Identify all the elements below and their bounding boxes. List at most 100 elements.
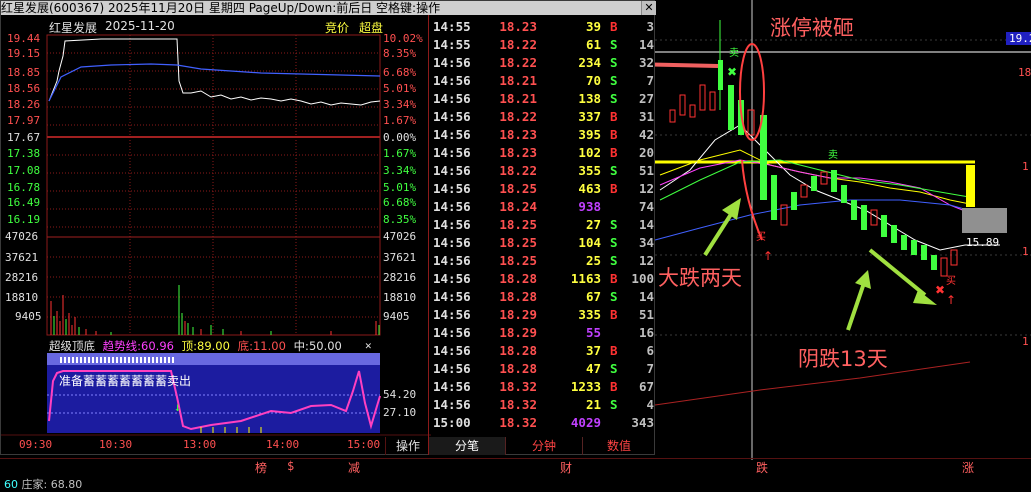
tick-volume: 70 xyxy=(585,73,601,88)
tick-row: 14:56 18.28 67 S 14 xyxy=(429,287,655,305)
vol-tick: 37621 xyxy=(5,251,39,264)
tick-list: 14:55 18.23 39 B 3 14:55 18.22 61 S 14 14:56 18.22 2… xyxy=(429,17,655,431)
tick-count: 4 xyxy=(646,397,654,412)
marker-bang[interactable]: 榜 xyxy=(255,459,267,476)
average-line xyxy=(48,63,381,102)
tick-price: 18.32 xyxy=(499,415,537,430)
tick-row: 14:56 18.22 355 S 51 xyxy=(429,161,655,179)
tick-row: 14:56 18.29 55 16 xyxy=(429,323,655,341)
trend-value: 60.96 xyxy=(141,339,174,353)
pct-tick: 8.35% xyxy=(383,47,417,60)
vol-tick: 37621 xyxy=(383,251,417,264)
price-tick: 16.19 xyxy=(7,213,41,226)
tick-price: 18.21 xyxy=(499,73,537,88)
tab-values[interactable]: 数值 xyxy=(583,437,655,455)
tick-side: B xyxy=(610,343,618,358)
indicator-tick-low: 27.10 xyxy=(383,406,417,419)
tick-time: 14:56 xyxy=(433,163,471,178)
tick-side: B xyxy=(610,127,618,142)
tab-ticks[interactable]: 分笔 xyxy=(429,437,506,455)
svg-text:↑: ↑ xyxy=(763,249,773,263)
tick-volume: 102 xyxy=(578,145,601,160)
tick-volume: 25 xyxy=(585,253,601,268)
price-tick: 19.15 xyxy=(7,47,41,60)
marker-finance[interactable]: 财 xyxy=(560,459,572,476)
sub-indicator-label: 60 庄家: 68.80 xyxy=(4,476,82,492)
tick-count: 51 xyxy=(638,163,654,178)
tab-minute[interactable]: 分钟 xyxy=(506,437,583,455)
tick-count: 16 xyxy=(638,325,654,340)
tick-volume: 67 xyxy=(585,289,601,304)
tick-price: 18.25 xyxy=(499,235,537,250)
tick-count: 27 xyxy=(638,91,654,106)
tick-time: 14:56 xyxy=(433,91,471,106)
tick-time: 14:56 xyxy=(433,343,471,358)
tick-volume: 1163 xyxy=(570,271,601,286)
kline-last-price: 15.89 xyxy=(966,236,1000,249)
tick-price: 18.22 xyxy=(499,163,537,178)
tick-row: 14:56 18.22 337 B 31 xyxy=(429,107,655,125)
annotation-bearish-13-days: 阴跌13天 xyxy=(798,347,888,371)
tick-price: 18.28 xyxy=(499,361,537,376)
bottom-bar xyxy=(0,458,1031,476)
tick-side: S xyxy=(610,253,618,268)
tick-time: 14:56 xyxy=(433,145,471,160)
tick-time: 14:56 xyxy=(433,127,471,142)
tick-count: 12 xyxy=(638,181,654,196)
sub-indicator-text: 庄家: 68.80 xyxy=(21,478,83,491)
operate-button[interactable]: 操作 xyxy=(385,437,430,455)
price-tick: 18.56 xyxy=(7,82,41,95)
pct-tick: 3.34% xyxy=(383,164,417,177)
pct-tick: 8.35% xyxy=(383,213,417,226)
tick-count: 20 xyxy=(638,145,654,160)
tick-volume: 355 xyxy=(578,163,601,178)
vol-tick: 28216 xyxy=(5,271,39,284)
tick-count: 14 xyxy=(638,217,654,232)
marker-reduce[interactable]: 减 xyxy=(348,459,360,476)
annotation-limit-up-hit: 涨停被砸 xyxy=(770,16,854,40)
marker-fall[interactable]: 跌 xyxy=(756,459,768,476)
tick-time: 14:55 xyxy=(433,19,471,34)
tick-price: 18.24 xyxy=(499,199,537,214)
tick-count: 12 xyxy=(638,253,654,268)
intraday-popup-window: 红星发展(600367) 2025年11月20日 星期四 PageUp/Down… xyxy=(0,0,656,455)
marker-dollar[interactable]: $ xyxy=(287,459,294,473)
tick-volume: 47 xyxy=(585,361,601,376)
marker-rise[interactable]: 涨 xyxy=(962,459,974,476)
tick-row: 14:56 18.25 104 S 34 xyxy=(429,233,655,251)
tick-row: 14:56 18.25 463 B 12 xyxy=(429,179,655,197)
close-icon[interactable]: ✕ xyxy=(641,1,656,15)
tick-time: 14:56 xyxy=(433,181,471,196)
svg-text:✖: ✖ xyxy=(727,65,737,79)
tick-volume: 4029 xyxy=(570,415,601,430)
price-tick: 19.44 xyxy=(7,32,41,45)
price-tick: 16.49 xyxy=(7,196,41,209)
pct-tick: 0.00% xyxy=(383,131,417,144)
tick-row: 14:56 18.23 395 B 42 xyxy=(429,125,655,143)
tick-row: 14:56 18.25 25 S 12 xyxy=(429,251,655,269)
vol-tick: 28216 xyxy=(383,271,417,284)
tick-side: B xyxy=(610,109,618,124)
tick-row: 14:56 18.32 1233 B 67 xyxy=(429,377,655,395)
tick-row: 14:56 18.21 70 S 7 xyxy=(429,71,655,89)
tick-volume: 463 xyxy=(578,181,601,196)
tick-count: 34 xyxy=(638,235,654,250)
indicator-close-icon[interactable]: ✕ xyxy=(365,339,372,352)
tick-price: 18.25 xyxy=(499,181,537,196)
tick-volume: 55 xyxy=(585,325,601,340)
tick-count: 67 xyxy=(638,379,654,394)
tick-row: 14:56 18.21 138 S 27 xyxy=(429,89,655,107)
tick-price: 18.22 xyxy=(499,55,537,70)
top-label: 顶: xyxy=(181,339,197,353)
tick-volume: 21 xyxy=(585,397,601,412)
indicator-name[interactable]: 超级顶底 xyxy=(49,339,95,353)
tick-side: B xyxy=(610,379,618,394)
tick-time: 14:56 xyxy=(433,361,471,376)
annotation-big-drop: 大跌两天 xyxy=(658,266,742,290)
tick-row: 14:56 18.22 234 S 32 xyxy=(429,53,655,71)
tick-count: 6 xyxy=(646,343,654,358)
tick-count: 3 xyxy=(646,19,654,34)
indicator-tick-high: 54.20 xyxy=(383,388,417,401)
tick-time: 14:56 xyxy=(433,217,471,232)
tick-row: 14:56 18.28 47 S 7 xyxy=(429,359,655,377)
